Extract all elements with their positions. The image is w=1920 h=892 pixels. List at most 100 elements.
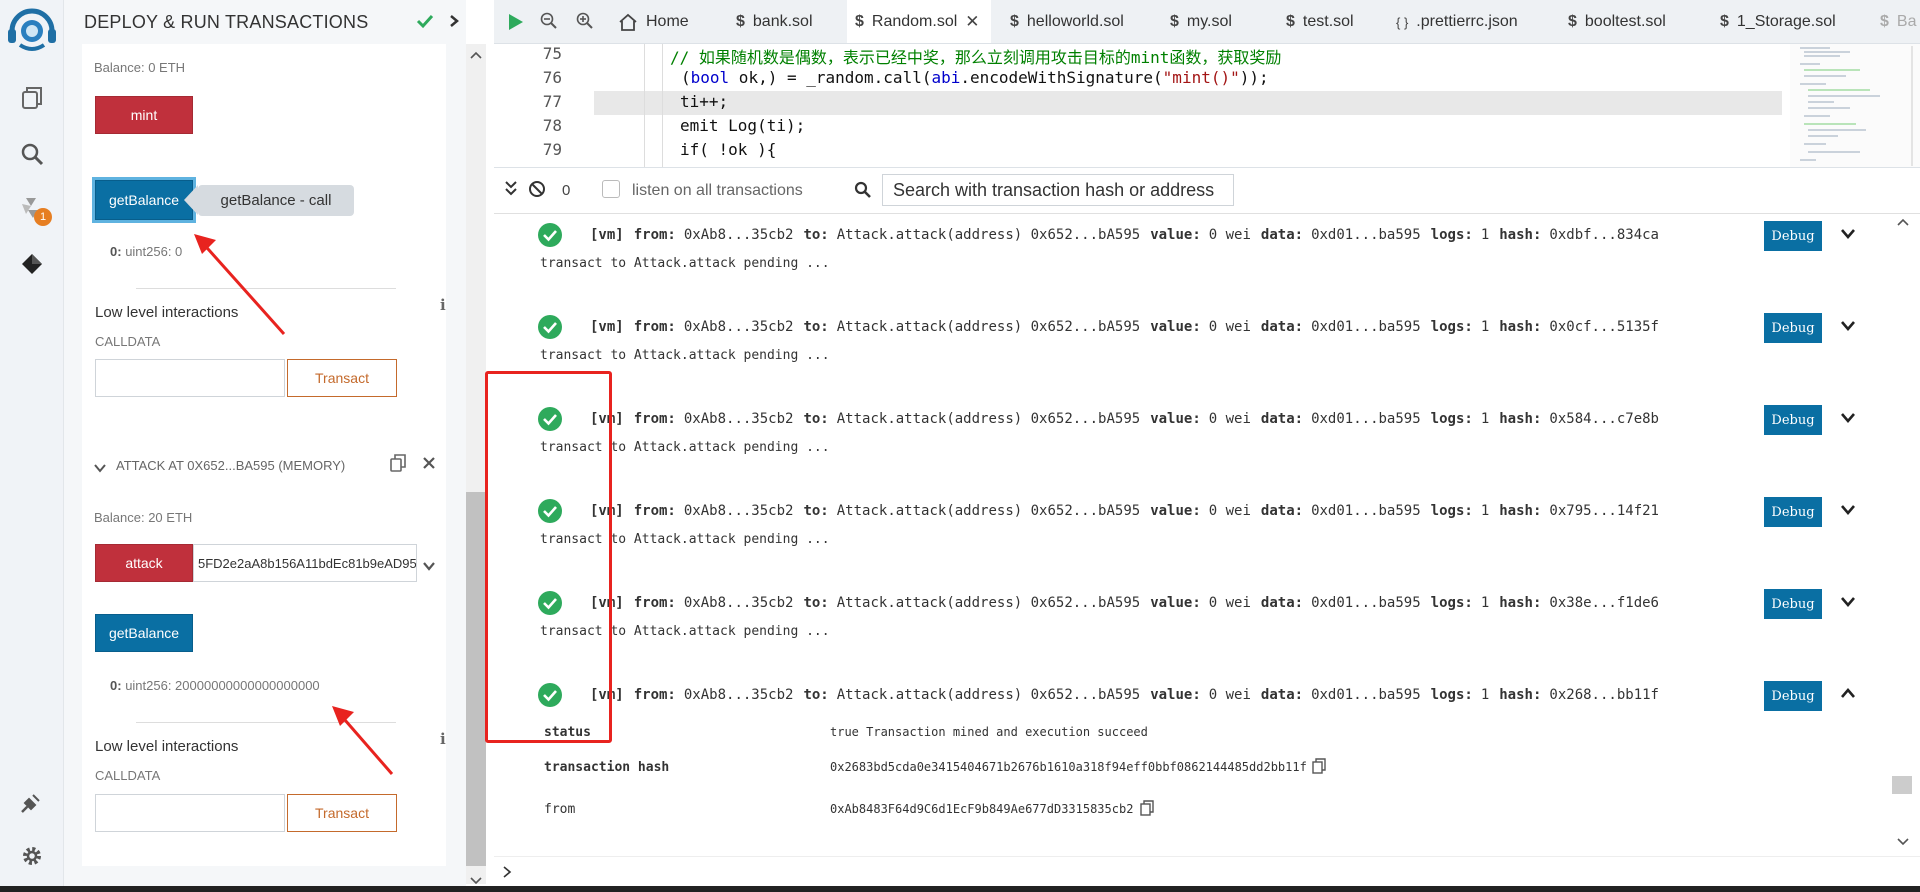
chevron-right-icon[interactable]: [448, 14, 460, 33]
tx-field-hash: 0x795...14f21: [1549, 503, 1659, 519]
tx-field-to: Attack.attack(address) 0x652...bA595: [836, 687, 1141, 703]
file-explorer-icon[interactable]: [12, 78, 52, 118]
transact-button[interactable]: Transact: [287, 359, 397, 397]
debug-button[interactable]: Debug: [1764, 405, 1822, 435]
deploy-run-icon[interactable]: [12, 244, 52, 284]
tx-field-value: 0 wei: [1208, 411, 1251, 427]
tab-ba[interactable]: $ Ba: [1880, 0, 1920, 43]
tx-field-hash: 0x38e...f1de6: [1549, 595, 1659, 611]
attack-button[interactable]: attack: [95, 544, 193, 582]
solidity-icon: $: [1880, 13, 1889, 30]
zoom-out-icon[interactable]: [540, 12, 558, 35]
tab-label: Ba: [1896, 13, 1917, 30]
debug-button[interactable]: Debug: [1764, 589, 1822, 619]
debug-button[interactable]: Debug: [1764, 681, 1822, 711]
code-minimap[interactable]: [1790, 44, 1920, 167]
plugin-manager-icon[interactable]: [12, 782, 52, 822]
code-editor[interactable]: 75 // 如果随机数是偶数，表示已经中奖，那么立刻调用攻击目标的mint函数，…: [494, 44, 1920, 168]
terminal-prompt[interactable]: [494, 856, 1920, 886]
transaction-summary: [vm] from: 0xAb8...35cb2 to: Attack.attack(a…: [590, 496, 1669, 526]
getbalance-call-tooltip: getBalance - call: [198, 185, 354, 216]
calldata-input-2[interactable]: [95, 794, 285, 832]
chevron-down-icon[interactable]: [94, 460, 106, 478]
chevron-down-icon[interactable]: [1840, 226, 1856, 240]
tx-field-label: data:: [1260, 595, 1304, 611]
code-token: abi: [931, 68, 961, 87]
transact-button-2[interactable]: Transact: [287, 794, 397, 832]
scroll-up-icon[interactable]: [1896, 214, 1910, 232]
info-icon-2[interactable]: i: [440, 730, 446, 748]
settings-gear-icon[interactable]: [12, 836, 52, 876]
listen-checkbox[interactable]: [602, 180, 620, 198]
scroll-up-icon[interactable]: [470, 46, 482, 64]
mint-button[interactable]: mint: [95, 96, 193, 134]
chevron-up-icon[interactable]: [1840, 686, 1856, 700]
copy-icon[interactable]: [1140, 800, 1154, 821]
detail-key: transaction hash: [544, 760, 670, 775]
zoom-in-icon[interactable]: [576, 12, 594, 35]
chevron-down-icon[interactable]: [1840, 318, 1856, 332]
success-check-icon: [538, 315, 562, 339]
tab-bank-sol[interactable]: $ bank.sol: [736, 0, 846, 43]
tx-field-label: from:: [633, 595, 676, 611]
terminal-scrollbar-thumb[interactable]: [1892, 776, 1912, 794]
tx-field-value: 0 wei: [1208, 503, 1251, 519]
code-line: emit Log(ti);: [680, 116, 806, 135]
tab-1-storage-sol[interactable]: $ 1_Storage.sol: [1720, 0, 1860, 43]
tx-field-label: logs:: [1430, 411, 1473, 427]
debug-button[interactable]: Debug: [1764, 497, 1822, 527]
annotation-arrow-icon: [194, 234, 286, 335]
tab-helloworld-sol[interactable]: $ helloworld.sol: [1010, 0, 1150, 43]
code-token: ok,) = _random.call(: [729, 68, 932, 87]
check-icon: [416, 12, 434, 35]
chevron-down-icon[interactable]: [1840, 410, 1856, 424]
tab-test-sol[interactable]: $ test.sol: [1286, 0, 1386, 43]
transaction-search-input[interactable]: Search with transaction hash or address: [882, 174, 1234, 206]
expand-chevron-icon[interactable]: [422, 558, 436, 576]
tx-field-label: value:: [1150, 227, 1201, 243]
calldata-input[interactable]: [95, 359, 285, 397]
terminal-scrollbar[interactable]: [1890, 214, 1914, 856]
search-icon[interactable]: [12, 134, 52, 174]
tab-prettierrc-json[interactable]: { } .prettierrc.json: [1396, 0, 1546, 43]
scroll-down-icon[interactable]: [1896, 834, 1910, 852]
chevron-down-icon[interactable]: [1840, 502, 1856, 516]
output-row-2: 0: uint256: 20000000000000000000: [110, 678, 320, 693]
solidity-compiler-icon[interactable]: 1: [12, 188, 52, 228]
tab-label: test.sol: [1302, 13, 1354, 30]
tx-field-label: value:: [1150, 595, 1201, 611]
info-icon[interactable]: i: [440, 296, 446, 314]
line-number: 77: [542, 92, 562, 111]
output-row: 0: uint256: 0: [110, 244, 182, 259]
instance-title[interactable]: ATTACK AT 0X652...BA595 (MEMORY): [116, 458, 345, 473]
debug-button[interactable]: Debug: [1764, 221, 1822, 251]
pending-message: transact to Attack.attack pending ...: [540, 348, 830, 363]
copy-icon[interactable]: [1312, 758, 1326, 779]
getbalance-button-2[interactable]: getBalance: [95, 614, 193, 652]
panel-scrollbar-thumb[interactable]: [466, 492, 486, 866]
tx-field-label: to:: [803, 319, 829, 335]
collapse-terminal-icon[interactable]: [504, 180, 518, 203]
remix-logo-icon[interactable]: [4, 4, 60, 54]
close-icon[interactable]: [422, 456, 436, 475]
tx-field-label: from:: [633, 411, 676, 427]
tab-booltest-sol[interactable]: $ booltest.sol: [1568, 0, 1698, 43]
tab-my-sol[interactable]: $ my.sol: [1170, 0, 1260, 43]
code-line: if( !ok ){: [680, 140, 777, 159]
tx-field-from: 0xAb8...35cb2: [683, 503, 794, 519]
tx-field-hash: 0x0cf...5135f: [1549, 319, 1659, 335]
tab-random-sol[interactable]: $ Random.sol ✕: [847, 0, 991, 43]
getbalance-button[interactable]: getBalance: [95, 180, 193, 220]
tx-field-logs: 1: [1480, 503, 1490, 519]
debug-button[interactable]: Debug: [1764, 313, 1822, 343]
clear-console-icon[interactable]: [528, 180, 546, 203]
tx-field-label: data:: [1260, 503, 1304, 519]
copy-icon[interactable]: [390, 454, 406, 477]
tx-field-label: from:: [633, 227, 676, 243]
attack-address-input[interactable]: 5FD2e2aA8b156A11bdEc81b9eAD95: [193, 544, 417, 582]
chevron-down-icon[interactable]: [1840, 594, 1856, 608]
tx-field-label: hash:: [1499, 411, 1542, 427]
run-script-icon[interactable]: [506, 13, 524, 36]
close-tab-icon[interactable]: ✕: [965, 12, 979, 32]
tab-home[interactable]: Home: [618, 0, 718, 43]
